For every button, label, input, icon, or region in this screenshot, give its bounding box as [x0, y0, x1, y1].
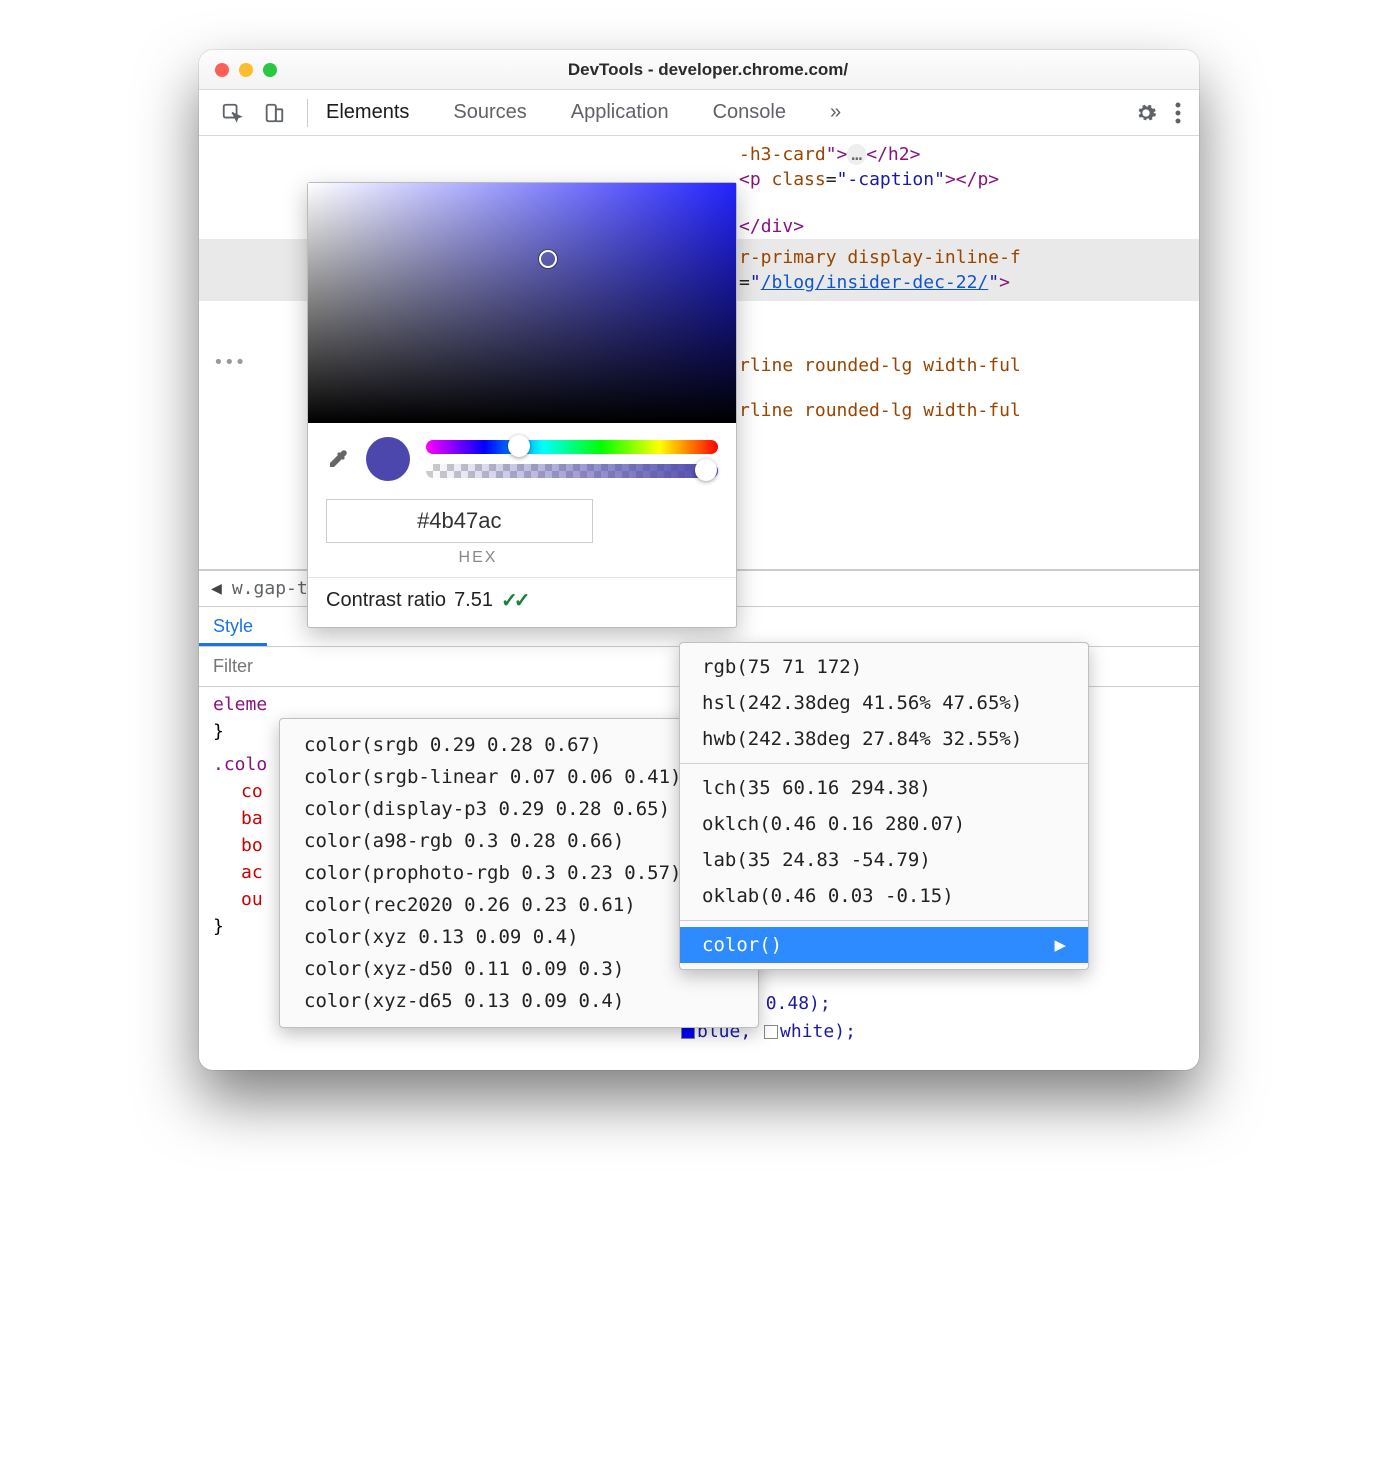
sv-field[interactable]	[308, 183, 736, 423]
hex-input[interactable]	[326, 499, 593, 543]
tab-console[interactable]: Console	[713, 101, 786, 124]
content-area: -h3-card">…</h2> <p class="-caption"></p…	[199, 136, 1199, 1070]
css-value: white	[780, 1021, 834, 1042]
color-format-menu: rgb(75 71 172) hsl(242.38deg 41.56% 47.6…	[679, 642, 1089, 970]
css-selector: eleme	[213, 694, 267, 715]
tab-styles[interactable]: Style	[199, 610, 267, 646]
current-color-swatch[interactable]	[366, 437, 410, 481]
titlebar: DevTools - developer.chrome.com/	[199, 50, 1199, 90]
window-title: DevTools - developer.chrome.com/	[247, 60, 1169, 80]
dom-text: -h3-card	[739, 144, 826, 165]
more-tabs[interactable]: »	[830, 101, 841, 124]
tab-elements[interactable]: Elements	[326, 101, 409, 124]
contrast-value: 7.51	[454, 589, 493, 612]
eyedropper-icon[interactable]	[326, 447, 350, 471]
menu-item-oklch[interactable]: oklch(0.46 0.16 280.07)	[680, 806, 1088, 842]
device-toggle-icon[interactable]	[263, 102, 285, 124]
contrast-ratio-row[interactable]: Contrast ratio 7.51 ✓✓	[308, 577, 736, 627]
menu-item-lab[interactable]: lab(35 24.83 -54.79)	[680, 842, 1088, 878]
menu-item-lch[interactable]: lch(35 60.16 294.38)	[680, 770, 1088, 806]
alpha-slider[interactable]	[426, 464, 718, 478]
menu-item-rgb[interactable]: rgb(75 71 172)	[680, 649, 1088, 685]
menu-item-color-fn[interactable]: color() ▶	[680, 927, 1088, 963]
check-icon: ✓✓	[501, 588, 527, 613]
dom-text: r-primary display-inline-f	[739, 247, 1021, 268]
inspect-icon[interactable]	[221, 102, 243, 124]
color-picker-popover: HEX ▲▼ Contrast ratio 7.51 ✓✓	[307, 182, 737, 628]
dom-text: rline rounded-lg width-ful	[739, 400, 1021, 421]
tab-sources[interactable]: Sources	[453, 101, 526, 124]
breadcrumb-item[interactable]: w.gap-t	[232, 578, 308, 599]
devtools-window: DevTools - developer.chrome.com/ Element…	[199, 50, 1199, 1070]
devtools-toolbar: Elements Sources Application Console »	[199, 90, 1199, 136]
contrast-label: Contrast ratio	[326, 589, 446, 612]
menu-item-hsl[interactable]: hsl(242.38deg 41.56% 47.65%)	[680, 685, 1088, 721]
chevron-left-icon[interactable]: ◀	[211, 578, 222, 599]
chevron-right-icon: ▶	[1055, 934, 1066, 956]
hex-label: HEX	[282, 549, 674, 567]
ellipsis-icon[interactable]: •••	[213, 352, 246, 373]
tab-application[interactable]: Application	[571, 101, 669, 124]
hue-slider[interactable]	[426, 440, 718, 454]
gear-icon[interactable]	[1135, 102, 1157, 124]
dom-text: rline rounded-lg width-ful	[739, 355, 1021, 376]
dom-link[interactable]: /blog/insider-dec-22/	[761, 272, 989, 293]
menu-item-hwb[interactable]: hwb(242.38deg 27.84% 32.55%)	[680, 721, 1088, 757]
kebab-icon[interactable]	[1175, 102, 1181, 124]
sv-cursor[interactable]	[539, 250, 557, 268]
styles-filter-input[interactable]	[199, 656, 359, 677]
close-window-button[interactable]	[215, 63, 229, 77]
css-selector: .colo	[213, 754, 267, 775]
submenu-xyz-d65[interactable]: color(xyz-d65 0.13 0.09 0.4)	[280, 985, 758, 1017]
menu-item-oklab[interactable]: oklab(0.46 0.03 -0.15)	[680, 878, 1088, 914]
